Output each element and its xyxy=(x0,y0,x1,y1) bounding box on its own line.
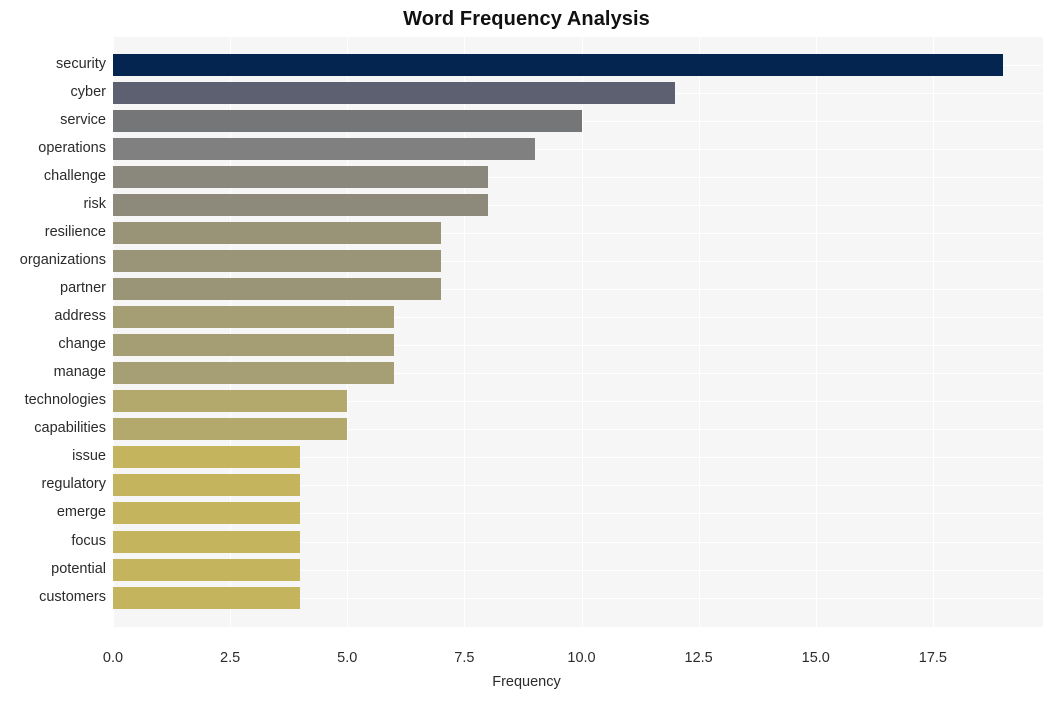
word-frequency-chart: Word Frequency Analysis security cyber ser… xyxy=(0,0,1053,701)
x-axis-label: Frequency xyxy=(492,674,561,690)
y-tick-label: cyber xyxy=(70,84,106,100)
bar[interactable] xyxy=(113,587,300,609)
bar[interactable] xyxy=(113,418,347,440)
bar[interactable] xyxy=(113,250,441,272)
bar[interactable] xyxy=(113,82,675,104)
y-tick-label: focus xyxy=(71,533,106,549)
bar[interactable] xyxy=(113,474,300,496)
x-tick-label: 15.0 xyxy=(801,650,830,666)
y-tick-label: address xyxy=(54,308,106,324)
x-tick-label: 12.5 xyxy=(684,650,713,666)
bar[interactable] xyxy=(113,54,1003,76)
bar[interactable] xyxy=(113,278,441,300)
y-tick-label: capabilities xyxy=(34,420,106,436)
y-tick-label: risk xyxy=(83,196,106,212)
x-tick-label: 2.5 xyxy=(220,650,241,666)
bar[interactable] xyxy=(113,194,488,216)
bar[interactable] xyxy=(113,502,300,524)
x-tick-label: 0.0 xyxy=(102,650,124,666)
bar[interactable] xyxy=(113,446,300,468)
plot-area xyxy=(113,37,1043,627)
y-tick-label: security xyxy=(56,56,106,72)
y-tick-label: change xyxy=(58,336,106,352)
bar[interactable] xyxy=(113,166,488,188)
bar[interactable] xyxy=(113,531,300,553)
bar[interactable] xyxy=(113,222,441,244)
y-tick-label: organizations xyxy=(19,252,106,268)
x-tick-label: 7.5 xyxy=(454,650,475,666)
y-tick-label: manage xyxy=(53,364,106,380)
y-tick-label: regulatory xyxy=(41,476,106,492)
y-tick-label: customers xyxy=(39,589,106,605)
bar[interactable] xyxy=(113,390,347,412)
gridline-vertical xyxy=(698,37,700,627)
bar[interactable] xyxy=(113,306,394,328)
gridline-vertical xyxy=(932,37,934,627)
y-tick-label: issue xyxy=(72,448,106,464)
gridline-vertical xyxy=(815,37,817,627)
x-tick-label: 5.0 xyxy=(337,650,358,666)
x-tick-label: 10.0 xyxy=(567,650,596,666)
bar[interactable] xyxy=(113,334,394,356)
y-tick-label: technologies xyxy=(24,392,106,408)
bar[interactable] xyxy=(113,110,582,132)
bar[interactable] xyxy=(113,559,300,581)
y-tick-label: emerge xyxy=(56,504,106,520)
bar[interactable] xyxy=(113,138,535,160)
y-tick-label: partner xyxy=(60,280,106,296)
chart-title: Word Frequency Analysis xyxy=(403,8,650,30)
y-tick-label: resilience xyxy=(44,224,106,240)
bar[interactable] xyxy=(113,362,394,384)
y-tick-label: challenge xyxy=(43,168,106,184)
y-tick-label: operations xyxy=(38,140,106,156)
y-tick-label: potential xyxy=(51,561,106,577)
y-tick-label: service xyxy=(60,112,106,128)
x-tick-label: 17.5 xyxy=(918,650,948,666)
